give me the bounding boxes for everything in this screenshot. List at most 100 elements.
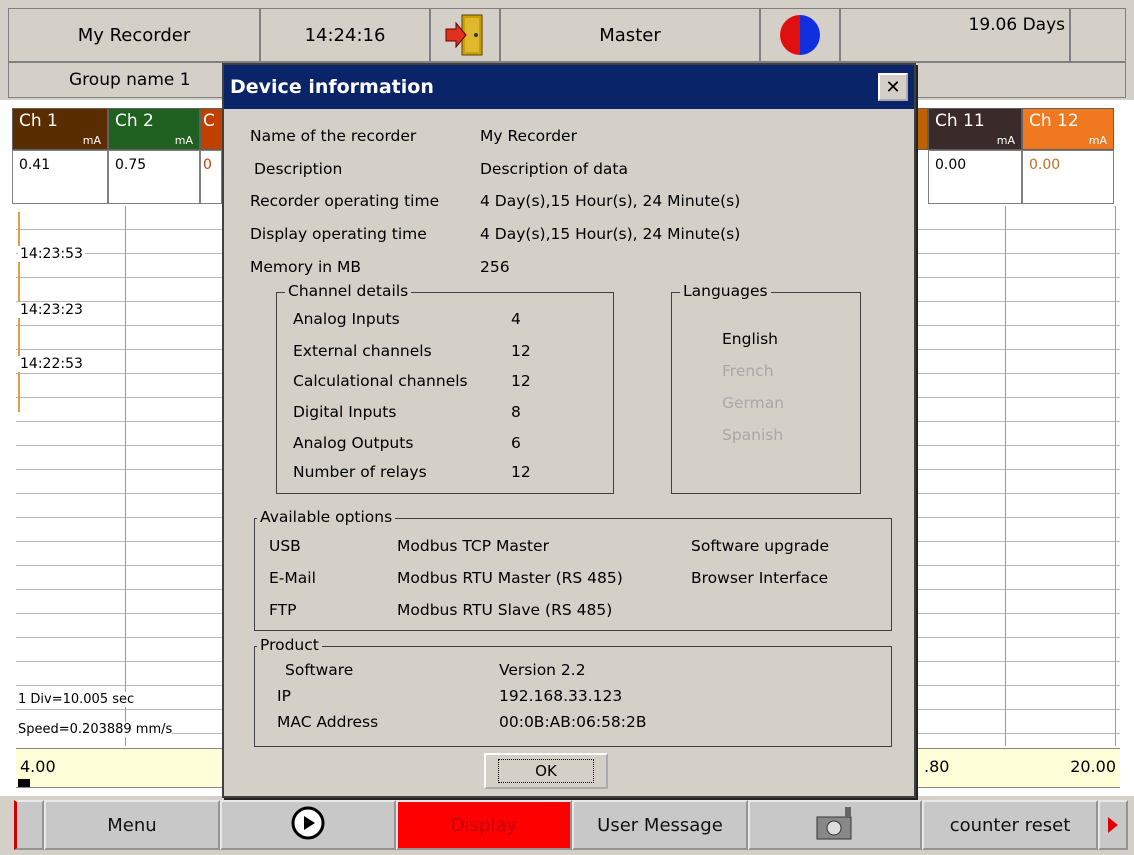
channel-10-header-partial[interactable] [916,108,928,150]
camera-button[interactable] [748,800,922,850]
top-right-cell [1070,8,1126,62]
group-name: Group name 1 [69,70,191,90]
next-arrow-icon[interactable] [1098,800,1128,850]
product-group: Product Software Version 2.2 IP 192.168.… [254,636,892,747]
channel-11-unit: mA [996,134,1015,147]
user-message-button[interactable]: User Message [572,800,748,850]
channel-detail-label: Analog Outputs [293,434,414,452]
days-remaining: 19.06 Days [968,15,1066,35]
product-value: 192.168.33.123 [499,687,623,705]
option-item: USB [269,537,301,555]
counter-reset-button[interactable]: counter reset [922,800,1098,850]
dialog-title-bar[interactable]: Device information ✕ [224,65,914,109]
channel-11-value: 0.00 [935,157,967,173]
play-icon [291,806,325,845]
ok-label: OK [498,759,594,783]
clock-cell: 14:24:16 [260,8,430,62]
channel-detail-value: 12 [511,342,531,360]
scale-mid: .80 [924,757,950,776]
channel-detail-value: 4 [511,310,521,328]
language-spanish[interactable]: Spanish [722,426,783,444]
scale-left: 4.00 [20,757,56,776]
recorder-name-cell: My Recorder [8,8,260,62]
product-value: Version 2.2 [499,661,586,679]
option-item: Browser Interface [691,569,829,587]
left-indicator-button[interactable] [14,800,44,850]
channel-3-value: 0 [203,157,212,173]
field-value: Description of data [480,160,628,178]
channel-2-name: Ch 2 [115,111,154,131]
channel-detail-value: 8 [511,403,521,421]
product-label: MAC Address [277,713,379,731]
channel-12-name: Ch 12 [1029,111,1079,131]
channel-11-header[interactable]: Ch 11 mA [928,108,1022,150]
channel-12-value-cell: 0.00 [1022,150,1114,204]
play-button[interactable] [220,800,396,850]
mode-cell: Master [500,8,760,62]
option-item: E-Mail [269,569,316,587]
option-item: Modbus TCP Master [397,537,549,555]
product-label: Software [285,661,354,679]
dialog-title: Device information [230,76,434,98]
channel-12-header[interactable]: Ch 12 mA [1022,108,1114,150]
field-value: 4 Day(s),15 Hour(s), 24 Minute(s) [480,225,741,243]
channel-1-unit: mA [82,134,101,147]
product-title: Product [257,636,322,654]
chart-timestamp: 14:23:23 [18,302,85,318]
menu-label: Menu [107,814,157,836]
clock-time: 14:24:16 [304,25,386,46]
language-english[interactable]: English [722,330,778,348]
chart-timestamp: 14:23:53 [18,246,85,262]
device-information-dialog: Device information ✕ Name of the recorde… [222,63,916,798]
option-item: Software upgrade [691,537,830,555]
channel-detail-value: 12 [511,463,531,481]
channel-3-name: C [203,111,215,131]
exit-door-icon[interactable] [430,8,500,62]
field-value: 4 Day(s),15 Hour(s), 24 Minute(s) [480,192,741,210]
close-icon[interactable]: ✕ [878,73,908,101]
channel-details-title: Channel details [285,282,412,300]
channel-detail-label: Number of relays [293,463,427,481]
languages-title: Languages [680,282,771,300]
channel-12-value: 0.00 [1029,157,1061,173]
mode-label: Master [599,24,661,46]
product-label: IP [277,687,291,705]
language-french[interactable]: French [722,362,774,380]
channel-detail-label: Calculational channels [293,372,468,390]
channel-12-unit: mA [1088,134,1107,147]
channel-detail-label: Analog Inputs [293,310,400,328]
speed-info: Speed=0.203889 mm/s [18,722,173,737]
channel-detail-label: Digital Inputs [293,403,397,421]
display-button[interactable]: Display [396,800,572,850]
channel-11-value-cell: 0.00 [928,150,1022,204]
menu-button[interactable]: Menu [44,800,220,850]
channel-detail-label: External channels [293,342,432,360]
ok-button[interactable]: OK [484,753,608,789]
field-label: Name of the recorder [250,127,417,145]
user-message-label: User Message [597,814,723,836]
available-options-title: Available options [257,508,396,526]
channel-detail-value: 6 [511,434,521,452]
chart-timestamp: 14:22:53 [18,356,85,372]
language-german[interactable]: German [722,394,784,412]
status-indicator-icon [760,8,840,62]
channel-1-value-cell: 0.41 [12,150,108,204]
channel-1-header[interactable]: Ch 1 mA [12,108,108,150]
product-value: 00:0B:AB:06:58:2B [499,713,647,731]
option-item: Modbus RTU Slave (RS 485) [397,601,613,619]
camera-icon [805,803,865,848]
div-info: 1 Div=10.005 sec [18,692,135,707]
channel-2-value: 0.75 [115,157,147,173]
scale-marker [18,779,30,787]
field-value: 256 [480,258,510,276]
channel-3-header[interactable]: C [200,108,222,150]
channel-3-value-cell: 0 [200,150,222,204]
field-value: My Recorder [480,127,577,145]
channel-details-group: Channel details Analog Inputs 4 External… [276,282,614,494]
available-options-group: Available options USB E-Mail FTP Modbus … [254,508,892,631]
channel-2-unit: mA [174,134,193,147]
channel-2-header[interactable]: Ch 2 mA [108,108,200,150]
channel-1-name: Ch 1 [19,111,58,131]
field-label: Description [254,160,343,178]
field-label: Recorder operating time [250,192,440,210]
